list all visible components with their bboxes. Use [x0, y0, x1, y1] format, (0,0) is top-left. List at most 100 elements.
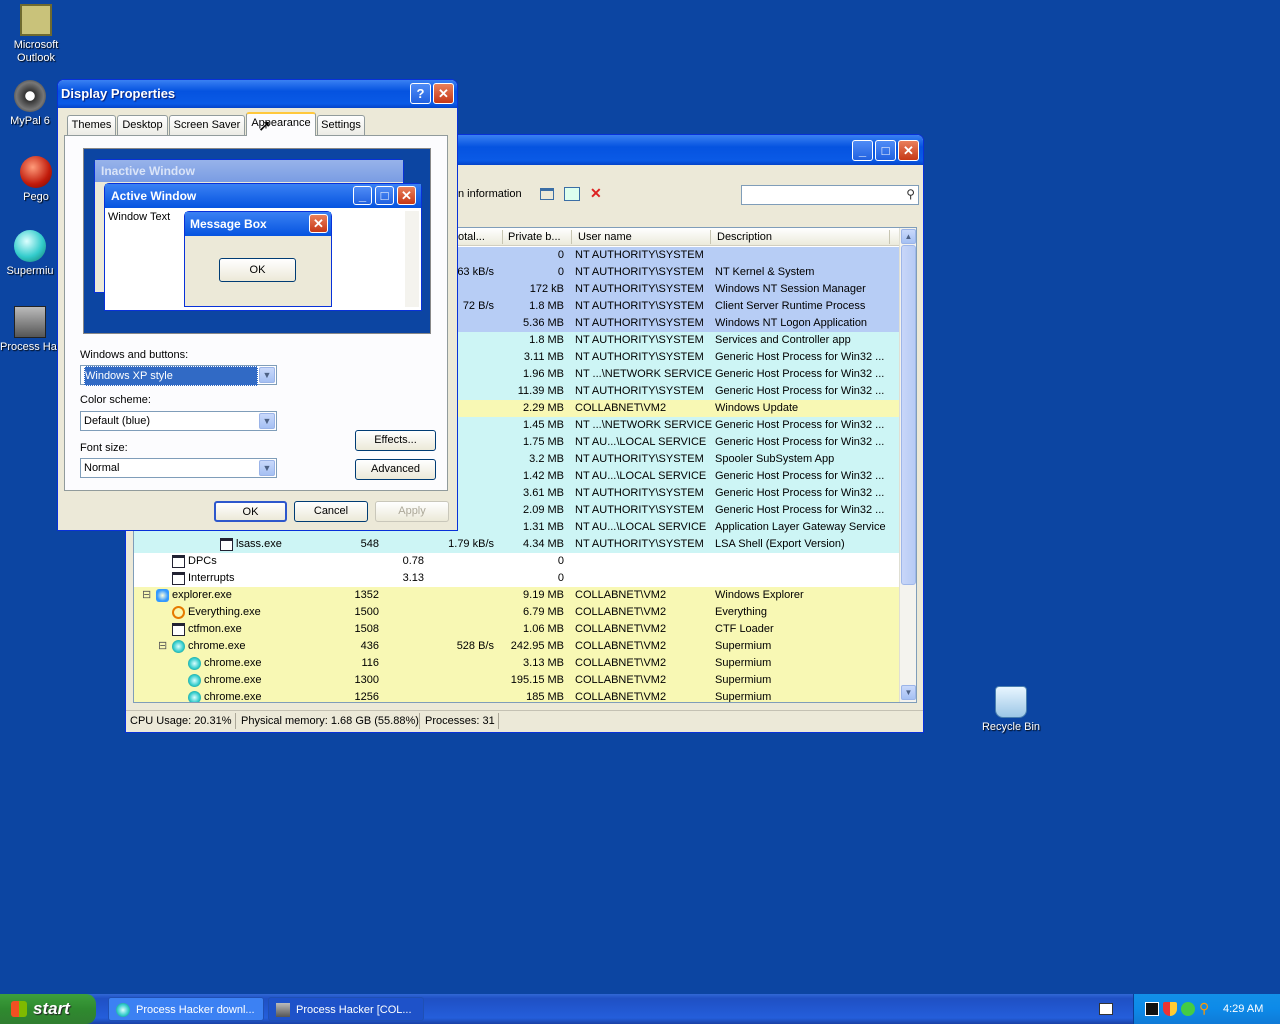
start-button[interactable]: start: [0, 994, 96, 1024]
ok-button[interactable]: OK: [214, 501, 287, 522]
desktop-icon-process-hacker[interactable]: Process Hacker 2: [0, 306, 60, 354]
process-private-bytes: 9.19 MB: [523, 589, 564, 601]
column-total[interactable]: otal...: [458, 231, 485, 243]
color-scheme-select[interactable]: Default (blue) ▼: [80, 411, 277, 431]
maximize-icon: □: [375, 186, 394, 205]
process-user: NT AUTHORITY\SYSTEM: [575, 249, 704, 261]
apply-button[interactable]: Apply: [375, 501, 449, 522]
process-name: DPCs: [188, 555, 217, 567]
chevron-down-icon[interactable]: ▼: [259, 460, 275, 476]
process-description: Generic Host Process for Win32 ...: [715, 436, 885, 448]
taskbar: start Process Hacker downl... Process Ha…: [0, 994, 1280, 1024]
process-description: Supermium: [715, 691, 772, 703]
help-button[interactable]: ?: [410, 83, 431, 104]
process-user: NT AUTHORITY\SYSTEM: [575, 385, 704, 397]
tab-settings[interactable]: Settings: [317, 115, 365, 135]
search-input[interactable]: ⚲: [741, 185, 919, 205]
process-user: NT AUTHORITY\SYSTEM: [575, 283, 704, 295]
table-row[interactable]: chrome.exe 1300 195.15 MB COLLABNET\VM2 Supe…: [134, 672, 900, 689]
table-row[interactable]: Interrupts 3.13 0: [134, 570, 900, 587]
process-hacker-tray-icon[interactable]: [1145, 1002, 1159, 1016]
taskbar-item-process-hacker-download[interactable]: Process Hacker downl...: [108, 997, 264, 1021]
window-icon: [220, 538, 233, 551]
table-row[interactable]: Everything.exe 1500 6.79 MB COLLABNET\VM2 Ev…: [134, 604, 900, 621]
window-icon[interactable]: [540, 188, 554, 200]
find-window-icon[interactable]: [564, 187, 580, 201]
explorer-icon: [156, 589, 169, 602]
desktop-icon-mypal[interactable]: MyPal 6: [0, 80, 60, 128]
security-shield-icon[interactable]: [1163, 1002, 1177, 1016]
minimize-button[interactable]: _: [852, 140, 873, 161]
desktop-icon-label: MyPal 6: [10, 115, 50, 127]
windows-buttons-select[interactable]: Windows XP style ▼: [80, 365, 277, 386]
terminate-icon[interactable]: ✕: [590, 185, 602, 202]
process-user: COLLABNET\VM2: [575, 674, 667, 686]
collapse-icon[interactable]: ⊟: [142, 587, 151, 604]
vertical-scrollbar[interactable]: ▲ ▼: [899, 228, 916, 702]
table-row[interactable]: chrome.exe 116 3.13 MB COLLABNET\VM2 Supermi…: [134, 655, 900, 672]
table-row[interactable]: ctfmon.exe 1508 1.06 MB COLLABNET\VM2 CTF Lo…: [134, 621, 900, 638]
scroll-down-button[interactable]: ▼: [901, 685, 916, 700]
process-private-bytes: 1.96 MB: [523, 368, 564, 380]
maximize-button[interactable]: □: [875, 140, 896, 161]
close-button[interactable]: ✕: [433, 83, 454, 104]
tab-screen-saver[interactable]: Screen Saver: [169, 115, 245, 135]
inactive-window-title: Inactive Window: [101, 164, 195, 178]
process-private-bytes: 0: [557, 249, 564, 261]
desktop-icon-supermium[interactable]: Supermiu: [0, 230, 60, 278]
process-private-bytes: 0: [557, 555, 564, 567]
status-processes: Processes: 31: [425, 715, 495, 727]
tab-desktop[interactable]: Desktop: [117, 115, 168, 135]
display-properties-window[interactable]: Display Properties ? ✕ Themes Desktop Sc…: [57, 79, 458, 531]
process-description: Windows Explorer: [715, 589, 804, 601]
tab-themes[interactable]: Themes: [67, 115, 116, 135]
window-text: Window Text: [108, 211, 171, 223]
everything-search-icon[interactable]: ⚲: [1199, 1000, 1213, 1016]
process-description: Windows Update: [715, 402, 799, 414]
table-row[interactable]: chrome.exe 1256 185 MB COLLABNET\VM2 Supermi…: [134, 689, 900, 703]
table-row[interactable]: ⊟ explorer.exe 1352 9.19 MB COLLABNET\VM2 Win…: [134, 587, 900, 604]
desktop-icon-label: Recycle Bin: [981, 721, 1041, 733]
scroll-thumb[interactable]: [901, 245, 916, 585]
chevron-down-icon[interactable]: ▼: [259, 413, 275, 429]
process-description: NT Kernel & System: [715, 266, 815, 278]
font-size-select[interactable]: Normal ▼: [80, 458, 277, 478]
network-icon[interactable]: [1181, 1002, 1195, 1016]
keyboard-icon[interactable]: [1099, 1003, 1113, 1015]
scroll-up-button[interactable]: ▲: [901, 229, 916, 244]
system-information-button[interactable]: n information: [458, 188, 522, 200]
effects-button[interactable]: Effects...: [355, 430, 436, 451]
process-user: NT AUTHORITY\SYSTEM: [575, 538, 704, 550]
close-button[interactable]: ✕: [898, 140, 919, 161]
collapse-icon[interactable]: ⊟: [158, 638, 167, 655]
process-private-bytes: 2.09 MB: [523, 504, 564, 516]
table-row[interactable]: lsass.exe 548 1.79 kB/s 4.34 MB NT AUTHORITY…: [134, 536, 900, 553]
taskbar-item-process-hacker[interactable]: Process Hacker [COL...: [268, 997, 424, 1021]
windows-buttons-label: Windows and buttons:: [80, 349, 189, 361]
desktop-icon-outlook[interactable]: Microsoft Outlook: [0, 4, 72, 65]
tab-appearance[interactable]: Appearance: [246, 112, 316, 136]
column-user-name[interactable]: User name: [578, 231, 632, 243]
process-cpu: 3.13: [402, 572, 424, 584]
column-description[interactable]: Description: [717, 231, 772, 243]
process-user: COLLABNET\VM2: [575, 606, 667, 618]
process-user: COLLABNET\VM2: [575, 589, 667, 601]
process-private-bytes: 5.36 MB: [523, 317, 564, 329]
process-private-bytes: 1.06 MB: [523, 623, 564, 635]
process-user: COLLABNET\VM2: [575, 691, 667, 703]
advanced-button[interactable]: Advanced: [355, 459, 436, 480]
process-private-bytes: 11.39 MB: [517, 385, 564, 397]
desktop-icon-recycle-bin[interactable]: Recycle Bin: [975, 686, 1047, 734]
chevron-down-icon[interactable]: ▼: [259, 367, 275, 383]
cancel-button[interactable]: Cancel: [294, 501, 368, 522]
task-label: Process Hacker downl...: [136, 1004, 255, 1016]
table-row[interactable]: ⊟ chrome.exe 436 528 B/s 242.95 MB COLLABNET\…: [134, 638, 900, 655]
status-cpu: CPU Usage: 20.31%: [130, 715, 232, 727]
desktop-icon-label: Microsoft Outlook: [13, 39, 59, 64]
column-private-bytes[interactable]: Private b...: [508, 231, 561, 243]
process-description: Generic Host Process for Win32 ...: [715, 385, 885, 397]
process-private-bytes: 172 kB: [529, 283, 564, 295]
display-properties-titlebar[interactable]: Display Properties ? ✕: [58, 80, 457, 108]
process-pid: 1256: [354, 691, 379, 703]
table-row[interactable]: DPCs 0.78 0: [134, 553, 900, 570]
